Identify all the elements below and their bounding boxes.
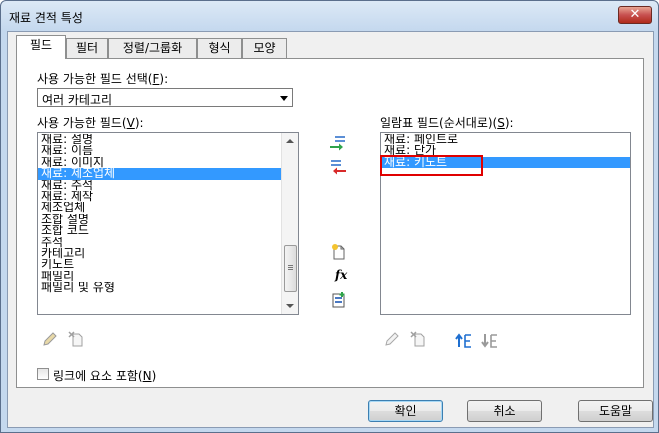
- tab-formatting[interactable]: 형식: [197, 38, 242, 58]
- list-item[interactable]: 재료: 설명: [38, 134, 298, 145]
- scroll-up-icon[interactable]: [286, 139, 294, 143]
- edit-pencil-icon[interactable]: [383, 330, 401, 348]
- help-button[interactable]: 도움말: [578, 400, 653, 422]
- select-fields-dropdown[interactable]: 여러 카테고리: [37, 88, 293, 107]
- list-item[interactable]: 재료: 주석: [38, 180, 298, 191]
- schedule-fields-list[interactable]: 재료: 페인트로 재료: 단가 재료: 키노트: [380, 132, 631, 315]
- vertical-scrollbar[interactable]: [281, 133, 298, 314]
- list-item[interactable]: 패밀리 및 유형: [38, 282, 298, 293]
- list-item[interactable]: 재료: 키노트: [381, 156, 630, 169]
- select-fields-label: 사용 가능한 필드 선택(F):: [37, 72, 169, 86]
- include-links-label: 링크에 요소 포함(N): [53, 369, 157, 383]
- list-item[interactable]: 조합 코드: [38, 225, 298, 236]
- available-fields-list[interactable]: 재료: 설명 재료: 이름 재료: 이미지 재료: 제조업체 재료: 주석 재료: 제작 제…: [37, 132, 299, 315]
- list-item[interactable]: 카테고리: [38, 248, 298, 259]
- remove-field-icon[interactable]: [329, 158, 347, 176]
- tab-filter[interactable]: 필터: [66, 38, 108, 58]
- close-button[interactable]: ✕: [618, 6, 652, 24]
- schedule-fields-label: 일람표 필드(순서대로)(S):: [380, 116, 514, 130]
- close-icon: ✕: [629, 7, 641, 22]
- tab-label: 필터: [75, 41, 99, 55]
- list-item[interactable]: 재료: 제작: [38, 191, 298, 202]
- tab-sorting-grouping[interactable]: 정렬/그룹화: [108, 38, 197, 58]
- window-title: 재료 견적 특성: [9, 11, 83, 25]
- list-item[interactable]: 재료: 이미지: [38, 157, 298, 168]
- new-parameter-icon[interactable]: [330, 243, 348, 261]
- list-item[interactable]: 재료: 단가: [381, 145, 630, 156]
- add-field-icon[interactable]: [329, 134, 347, 152]
- tab-fields[interactable]: 필드: [16, 35, 66, 59]
- delete-parameter-icon[interactable]: [409, 330, 427, 348]
- ok-button[interactable]: 확인: [368, 400, 443, 422]
- tab-label: 필드: [29, 38, 53, 52]
- edit-pencil-icon[interactable]: [41, 330, 59, 348]
- list-item[interactable]: 재료: 페인트로: [381, 134, 630, 145]
- tab-label: 모양: [253, 41, 276, 55]
- tab-label: 형식: [208, 41, 231, 55]
- scroll-thumb[interactable]: [284, 245, 297, 292]
- list-item[interactable]: 제조업체: [38, 202, 298, 213]
- available-fields-label: 사용 가능한 필드(V):: [37, 116, 144, 130]
- move-up-icon[interactable]: [455, 331, 473, 349]
- dialog-client: 필드 필터 정렬/그룹화 형식 모양 사용 가능한 필드 선택(F): 여러 카…: [7, 31, 654, 428]
- move-down-icon[interactable]: [481, 331, 499, 349]
- list-item[interactable]: 재료: 제조업체: [38, 168, 298, 180]
- dropdown-value: 여러 카테고리: [42, 93, 113, 107]
- fields-tab-panel: 사용 가능한 필드 선택(F): 여러 카테고리 사용 가능한 필드(V): 재…: [16, 58, 644, 388]
- delete-parameter-icon[interactable]: [67, 330, 85, 348]
- tab-appearance[interactable]: 모양: [242, 38, 287, 58]
- include-links-checkbox[interactable]: [37, 368, 49, 380]
- list-item[interactable]: 주석: [38, 237, 298, 248]
- dialog-window: 재료 견적 특성 ✕ 필드 필터 정렬/그룹화 형식 모양 사용 가능한 필드 …: [0, 0, 659, 433]
- scroll-down-icon[interactable]: [286, 304, 294, 308]
- tab-label: 정렬/그룹화: [122, 41, 183, 55]
- list-item[interactable]: 재료: 이름: [38, 145, 298, 156]
- formula-icon[interactable]: fx: [335, 268, 347, 282]
- list-item[interactable]: 조합 설명: [38, 214, 298, 225]
- list-item[interactable]: 패밀리: [38, 271, 298, 282]
- title-bar[interactable]: 재료 견적 특성 ✕: [1, 1, 658, 31]
- list-item[interactable]: 키노트: [38, 259, 298, 270]
- chevron-down-icon: [280, 96, 288, 101]
- cancel-button[interactable]: 취소: [467, 400, 542, 422]
- combine-parameters-icon[interactable]: [330, 291, 348, 309]
